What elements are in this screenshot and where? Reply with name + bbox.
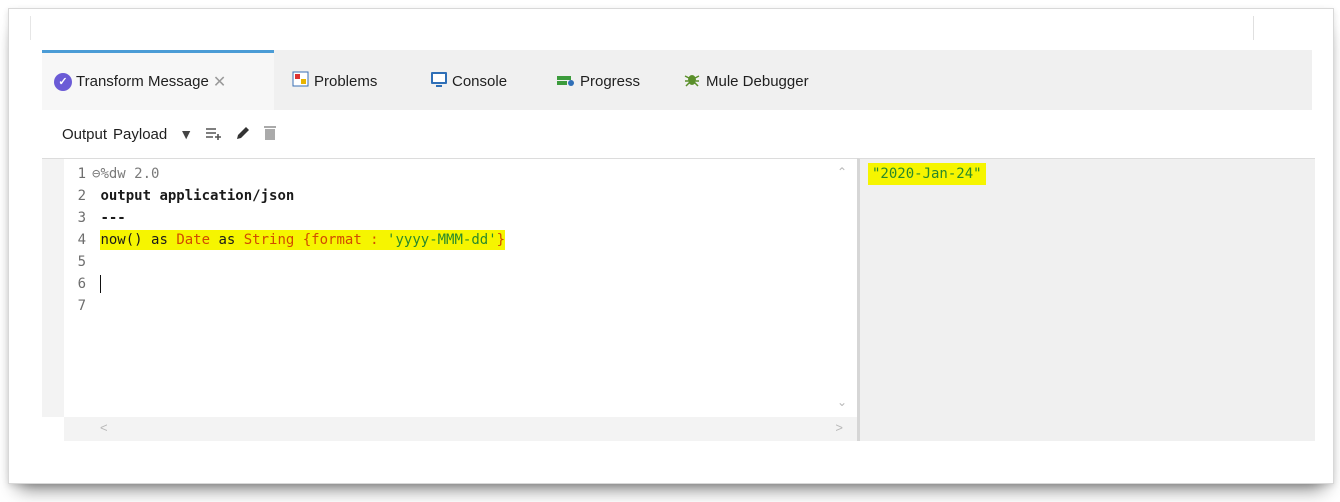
- debugger-icon: [682, 70, 702, 92]
- tab-problems[interactable]: Problems: [292, 62, 377, 100]
- progress-icon: [556, 70, 576, 92]
- tab-label: Mule Debugger: [706, 72, 809, 90]
- close-icon[interactable]: ✕: [213, 72, 226, 92]
- code-token: Date: [176, 232, 211, 248]
- code-line: 1 ⊖%dw 2.0: [64, 163, 827, 185]
- code-token: {format :: [294, 232, 388, 248]
- code-token: now(): [100, 232, 143, 248]
- code-area[interactable]: 1 ⊖%dw 2.0 2 output application/json 3 --…: [64, 163, 827, 317]
- line-number: 1: [77, 166, 86, 182]
- code-line: 3 ---: [64, 207, 827, 229]
- code-token: }: [496, 232, 506, 248]
- top-strip: [30, 16, 1321, 40]
- horizontal-scrollbar[interactable]: < >: [64, 417, 857, 441]
- code-line: 6: [64, 273, 827, 295]
- tab-label: Console: [452, 72, 508, 90]
- scroll-left-icon[interactable]: <: [100, 420, 108, 435]
- code-token: as: [142, 232, 177, 248]
- tab-label: Problems: [314, 72, 378, 90]
- edit-icon[interactable]: [235, 125, 251, 144]
- output-preview[interactable]: "2020-Jan-24": [857, 158, 1315, 441]
- text-cursor: [100, 275, 102, 293]
- tab-transform-message[interactable]: ✓ Transform Message ✕: [42, 50, 274, 110]
- tab-progress[interactable]: Progress: [556, 62, 640, 100]
- code-line: 2 output application/json: [64, 185, 827, 207]
- code-text: %dw 2.0: [100, 166, 160, 182]
- line-number: 3: [77, 210, 86, 226]
- add-output-icon[interactable]: [205, 126, 223, 143]
- line-number: 2: [77, 188, 86, 204]
- code-line: 5: [64, 251, 827, 273]
- transform-toolbar: Output Payload ▼: [42, 110, 1312, 158]
- output-label: Output: [62, 125, 108, 143]
- code-text: output application/json: [100, 188, 295, 204]
- scroll-up-icon[interactable]: ⌃: [837, 165, 847, 179]
- payload-selector[interactable]: Payload: [113, 126, 167, 143]
- console-icon: [430, 70, 448, 92]
- code-line: 4 now() as Date as String {format : 'yyy…: [64, 229, 827, 251]
- dataweave-icon: ✓: [54, 72, 72, 91]
- delete-icon[interactable]: [263, 125, 277, 144]
- view-tab-bar: ✓ Transform Message ✕ Problems Console P…: [42, 50, 1312, 110]
- line-number: 4: [77, 232, 86, 248]
- output-value: "2020-Jan-24": [868, 163, 986, 185]
- tab-label: Progress: [580, 72, 641, 90]
- editor-gutter: [42, 159, 64, 417]
- highlighted-expression: now() as Date as String {format : 'yyyy-…: [100, 230, 506, 250]
- code-text: ---: [100, 210, 126, 226]
- tab-console[interactable]: Console: [430, 62, 507, 100]
- tab-label: Transform Message: [76, 73, 209, 90]
- tab-mule-debugger[interactable]: Mule Debugger: [682, 62, 809, 100]
- problems-icon: [292, 70, 310, 92]
- scroll-down-icon[interactable]: ⌄: [837, 395, 847, 409]
- code-token: as: [210, 232, 244, 248]
- line-number: 5: [77, 254, 86, 270]
- line-number: 6: [77, 276, 86, 292]
- script-editor[interactable]: 1 ⊖%dw 2.0 2 output application/json 3 --…: [42, 158, 858, 441]
- code-line: 7: [64, 295, 827, 317]
- line-number: 7: [77, 298, 86, 314]
- code-token: 'yyyy-MMM-dd': [387, 232, 497, 248]
- dropdown-icon[interactable]: ▼: [179, 126, 193, 142]
- scroll-right-icon[interactable]: >: [835, 420, 843, 435]
- code-token: String: [243, 232, 295, 248]
